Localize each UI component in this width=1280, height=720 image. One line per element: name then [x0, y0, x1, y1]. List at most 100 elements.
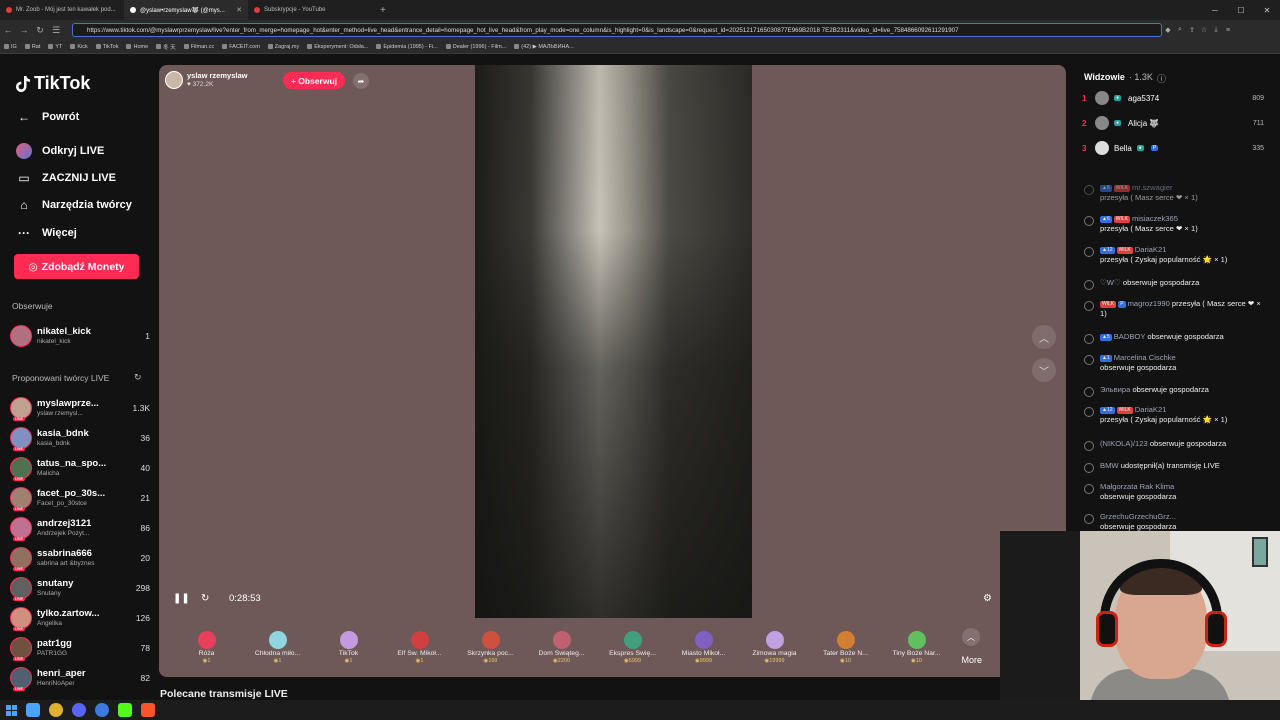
gift-item[interactable]: Zimowa magia ◉19999: [739, 631, 810, 664]
gift-icon: [481, 631, 500, 649]
suggested-account[interactable]: LIVE facet_po_30s... Facet_po_30stce 21: [10, 484, 150, 512]
gift-item[interactable]: Ekspres Świę... ◉5999: [597, 631, 668, 664]
nav-start-live[interactable]: ▭ ZACZNIJ LIVE: [16, 170, 116, 186]
gift-item[interactable]: Miasto Mikoł... ◉9999: [668, 631, 739, 664]
site-info-icon[interactable]: ☰: [48, 20, 64, 40]
extension-icon[interactable]: ◆: [1162, 20, 1174, 40]
chevron-down-icon[interactable]: ﹀: [1032, 358, 1056, 382]
gift-item[interactable]: Chłodna miło... ◉1: [242, 631, 313, 664]
settings-icon[interactable]: ⚙: [983, 593, 992, 604]
viewer-count: 20: [140, 553, 150, 563]
bookmark[interactable]: 冬 天: [156, 43, 176, 51]
pause-icon[interactable]: ❚❚: [173, 593, 190, 604]
video-frame: [475, 65, 752, 618]
suggested-account[interactable]: LIVE andrzej3121 Andrzejek Pozyt... 86: [10, 514, 150, 542]
bookmark[interactable]: Zagraj.my: [267, 44, 299, 50]
share-icon[interactable]: ➦: [353, 73, 369, 89]
new-tab-icon[interactable]: +: [372, 5, 394, 16]
suggested-account[interactable]: LIVE tatus_na_spo... Malicha 40: [10, 454, 150, 482]
viewer-count: 21: [140, 493, 150, 503]
info-icon: ⓘ: [1156, 74, 1166, 84]
discord-icon[interactable]: [72, 703, 86, 717]
suggested-account[interactable]: LIVE patr1gg PATR1GG 78: [10, 634, 150, 662]
bookmark[interactable]: Epidemia (1995) - Fi...: [376, 44, 438, 50]
nav-back[interactable]: ← Powrót: [16, 109, 79, 125]
nav-more[interactable]: ··· Więcej: [16, 225, 77, 241]
gift-item[interactable]: Róża ◉1: [171, 631, 242, 664]
bookmark[interactable]: (42) ▶ МАЛЬВИНА...: [514, 44, 574, 50]
follow-button[interactable]: + Obserwuj: [283, 72, 345, 89]
gift-item[interactable]: Skrzynka poc... ◉199: [455, 631, 526, 664]
chat-message: GrzechuGrzechuGrz... obserwuje gospodarza: [1084, 512, 1266, 533]
nav-creator-tools[interactable]: ⌂ Narzędzia twórcy: [16, 197, 132, 213]
nav-discover-live[interactable]: Odkryj LIVE: [16, 143, 104, 159]
close-tab-icon[interactable]: ✕: [236, 6, 242, 14]
windows-start-icon[interactable]: [6, 704, 17, 716]
bookmark[interactable]: TikTok: [95, 44, 118, 50]
suggested-account[interactable]: LIVE myslawprze... yslaw rzemysl... 1.3K: [10, 394, 150, 422]
bookmark[interactable]: IG: [4, 44, 17, 50]
get-coins-button[interactable]: ◎ Zdobądź Monety: [14, 254, 139, 279]
gift-item[interactable]: Elf Św. Mikoł... ◉1: [384, 631, 455, 664]
browser-tab[interactable]: Subskrypcje - YouTube: [248, 0, 372, 20]
minimize-icon[interactable]: ─: [1202, 0, 1228, 20]
suggested-account[interactable]: LIVE henri_aper HenriNoAper 82: [10, 664, 150, 692]
zoom-icon[interactable]: ⌕: [1174, 20, 1186, 40]
browser-tab[interactable]: Mr. Zoob - Mój jest ten kawałek pod...: [0, 0, 124, 20]
kick-icon[interactable]: [118, 703, 132, 717]
avatar: LIVE: [10, 487, 32, 511]
close-window-icon[interactable]: ✕: [1254, 0, 1280, 20]
bookmark[interactable]: Home: [126, 44, 148, 50]
refresh-stream-icon[interactable]: ↻: [201, 593, 209, 604]
chat-message: BMW udostępnił(a) transmisję LIVE: [1084, 461, 1266, 473]
suggested-account[interactable]: LIVE snutany Snutany 298: [10, 574, 150, 602]
address-bar-row: ← → ↻ ☰ https://www.tiktok.com/@myslawrp…: [0, 20, 1280, 40]
back-icon[interactable]: ←: [0, 20, 16, 40]
reload-icon[interactable]: ↻: [32, 20, 48, 40]
top-viewer[interactable]: 3 Bella ● P 335: [1082, 141, 1264, 155]
gift-item[interactable]: Tiny Boże Nar... ◉10: [881, 631, 952, 664]
menu-icon[interactable]: ≡: [1222, 20, 1234, 40]
bookmark[interactable]: Dealer (1996) - Film...: [445, 44, 506, 50]
youtube-favicon-icon: [6, 7, 12, 13]
suggested-title: Proponowani twórcy LIVE: [12, 373, 110, 383]
bookmark[interactable]: FACEIT.com: [222, 44, 260, 50]
more-gifts-button[interactable]: More: [961, 655, 982, 665]
gift-item[interactable]: TikTok ◉1: [313, 631, 384, 664]
gift-item[interactable]: Dom Świąteg... ◉2200: [526, 631, 597, 664]
bookmark-star-icon[interactable]: ☆: [1198, 20, 1210, 40]
tiktok-logo[interactable]: TikTok: [16, 73, 90, 94]
gift-item[interactable]: Tater Boże N... ◉10: [810, 631, 881, 664]
chevron-up-icon[interactable]: ︿: [1032, 325, 1056, 349]
maximize-icon[interactable]: ☐: [1228, 0, 1254, 20]
top-viewer[interactable]: 2 ● Alicja 🐺 711: [1082, 116, 1264, 130]
chrome-icon[interactable]: [49, 703, 63, 717]
app-icon[interactable]: [95, 703, 109, 717]
bookmark[interactable]: Filman.cc: [183, 44, 214, 50]
bookmark[interactable]: Rat: [24, 44, 40, 50]
explorer-icon[interactable]: [26, 703, 40, 717]
forward-icon[interactable]: →: [16, 20, 32, 40]
live-video-player[interactable]: yslaw rzemyslaw ♥ 372.2K + Obserwuj ➦ ︿ …: [159, 65, 1066, 677]
suggested-account[interactable]: LIVE tylko.zartow... Angelika 126: [10, 604, 150, 632]
browser-tab-active[interactable]: @yslaw•rzemyslaw🐺 (@mys... ✕: [124, 0, 248, 20]
bookmark[interactable]: Eksperyment: Odsła...: [307, 44, 368, 50]
gift-icon: [1084, 216, 1094, 226]
bookmark[interactable]: YT: [48, 44, 62, 50]
gift-icon: [197, 631, 216, 649]
url-field[interactable]: https://www.tiktok.com/@myslawrprzemysla…: [72, 23, 1162, 37]
brave-icon[interactable]: [141, 703, 155, 717]
viewer-count: 1.3K: [132, 403, 151, 413]
downloads-icon[interactable]: ⤓: [1210, 20, 1222, 40]
suggested-account[interactable]: LIVE ssabrina666 sabrina art &byznes 20: [10, 544, 150, 572]
streamer-info[interactable]: yslaw rzemyslaw ♥ 372.2K: [165, 71, 247, 89]
suggested-account[interactable]: LIVE kasia_bdnk kasia_bdnk 36: [10, 424, 150, 452]
bookmark[interactable]: Kick: [70, 44, 88, 50]
share-icon[interactable]: ⇪: [1186, 20, 1198, 40]
chevron-up-icon[interactable]: ︿: [962, 628, 980, 646]
streamer-name: yslaw rzemyslaw: [187, 71, 248, 81]
following-account[interactable]: nikatel_kick nikatel_kick 1: [10, 322, 150, 350]
viewers-count: ♥ 372.2K: [187, 80, 214, 88]
top-viewer[interactable]: 1 ● aga5374 809: [1082, 91, 1264, 105]
refresh-icon[interactable]: ↻: [134, 372, 142, 383]
